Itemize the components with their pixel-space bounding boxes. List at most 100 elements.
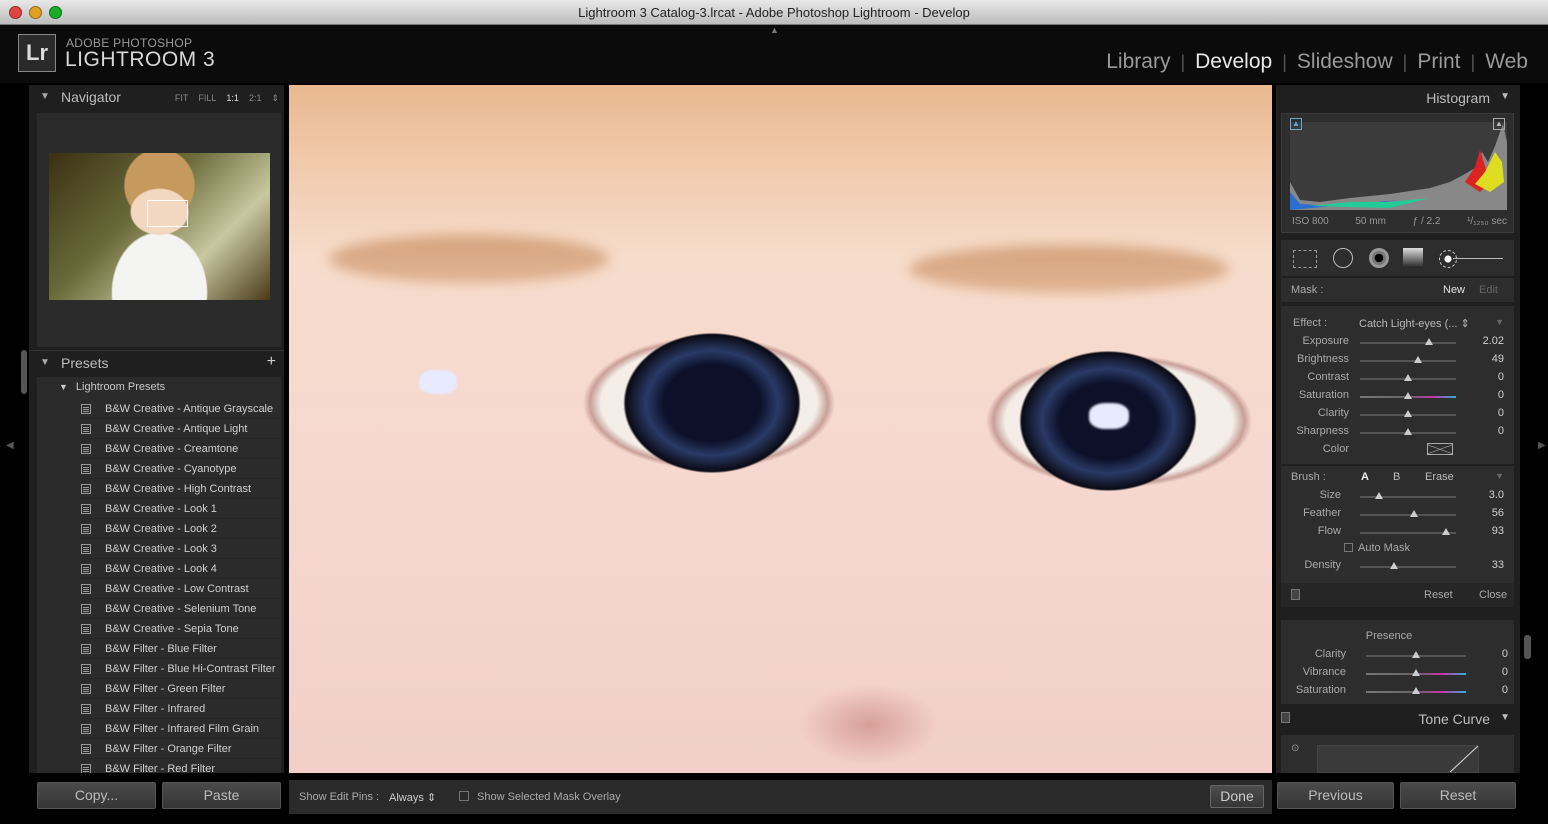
paste-button[interactable]: Paste [162, 782, 281, 809]
target-adjust-icon[interactable]: ⊙ [1291, 743, 1299, 754]
slider-thumb[interactable] [1389, 562, 1398, 569]
preset-item[interactable]: B&W Creative - Look 1 [81, 499, 281, 519]
slider-track[interactable] [1360, 356, 1456, 363]
brush-close-button[interactable]: Close [1479, 589, 1507, 601]
collapse-left-panel-icon[interactable]: ◀ [6, 440, 14, 451]
slider-value[interactable]: 93 [1474, 525, 1504, 537]
copy-button[interactable]: Copy... [37, 782, 156, 809]
slider-thumb[interactable] [1425, 338, 1434, 345]
slider-track[interactable] [1366, 669, 1466, 676]
navigator-header[interactable]: ▼ Navigator FIT FILL 1:1 2:1 ⇕ [29, 85, 284, 109]
brush-erase-tab[interactable]: Erase [1425, 471, 1454, 483]
preset-item[interactable]: B&W Creative - Selenium Tone [81, 599, 281, 619]
panel-switch-icon[interactable] [1291, 589, 1300, 600]
collapse-triangle-icon[interactable]: ▼ [1500, 712, 1510, 723]
add-preset-icon[interactable]: + [267, 353, 276, 371]
auto-mask-checkbox[interactable] [1344, 543, 1353, 552]
slider-thumb[interactable] [1375, 492, 1384, 499]
slider-thumb[interactable] [1404, 374, 1412, 381]
module-print[interactable]: Print [1407, 50, 1470, 74]
slider-track[interactable] [1360, 374, 1456, 381]
slider-thumb[interactable] [1409, 510, 1418, 517]
collapse-top-panel-icon[interactable]: ▲ [770, 25, 779, 35]
slider-track[interactable] [1360, 428, 1456, 435]
collapse-right-panel-icon[interactable]: ▶ [1538, 440, 1546, 451]
panel-switch-icon[interactable] [1281, 712, 1290, 723]
slider-track[interactable] [1360, 392, 1456, 399]
mask-edit-button[interactable]: Edit [1479, 284, 1498, 296]
slider-track[interactable] [1360, 510, 1456, 517]
histogram-title[interactable]: Histogram [1426, 90, 1490, 106]
slider-track[interactable] [1360, 528, 1456, 535]
mask-overlay-checkbox[interactable] [459, 791, 469, 801]
slider-value[interactable]: 0 [1478, 684, 1508, 696]
preset-item[interactable]: B&W Filter - Orange Filter [81, 739, 281, 759]
module-slideshow[interactable]: Slideshow [1287, 50, 1403, 74]
red-eye-icon[interactable] [1369, 248, 1389, 268]
main-photo[interactable] [289, 85, 1272, 773]
presets-header[interactable]: ▼ Presets + [29, 350, 284, 374]
zoom-dropdown-icon[interactable]: ⇕ [271, 93, 279, 104]
slider-track[interactable] [1360, 562, 1456, 569]
slider-track[interactable] [1360, 410, 1456, 417]
left-scrollbar[interactable] [21, 350, 27, 394]
adjustment-brush-icon[interactable] [1439, 250, 1457, 268]
slider-value[interactable]: 33 [1474, 559, 1504, 571]
slider-thumb[interactable] [1404, 392, 1412, 399]
slider-track[interactable] [1366, 687, 1466, 694]
shadow-clipping-icon[interactable]: ▲ [1290, 118, 1302, 130]
slider-value[interactable]: 0 [1478, 648, 1508, 660]
navigator-preview[interactable] [37, 113, 281, 347]
slider-thumb[interactable] [1412, 651, 1420, 658]
slider-track[interactable] [1360, 338, 1456, 345]
preset-item[interactable]: B&W Creative - Antique Light [81, 419, 281, 439]
preset-item[interactable]: B&W Filter - Infrared [81, 699, 281, 719]
effect-preset-select[interactable]: Catch Light-eyes (... ⇕ [1359, 317, 1470, 330]
collapse-triangle-icon[interactable]: ▼ [1500, 91, 1510, 102]
navigator-thumbnail[interactable] [49, 153, 270, 300]
zoom-fit[interactable]: FIT [175, 93, 189, 104]
zoom-2-1[interactable]: 2:1 [249, 93, 262, 104]
slider-thumb[interactable] [1404, 428, 1412, 435]
brush-a-tab[interactable]: A [1361, 471, 1369, 483]
slider-value[interactable]: 0 [1474, 371, 1504, 383]
tone-curve-title[interactable]: Tone Curve [1418, 711, 1490, 727]
preset-item[interactable]: B&W Creative - Look 3 [81, 539, 281, 559]
crop-tool-icon[interactable] [1293, 250, 1317, 268]
brush-reset-button[interactable]: Reset [1424, 589, 1453, 601]
preset-item[interactable]: B&W Filter - Blue Hi-Contrast Filter [81, 659, 281, 679]
slider-value[interactable]: 3.0 [1474, 489, 1504, 501]
slider-thumb[interactable] [1413, 356, 1422, 363]
slider-value[interactable]: 2.02 [1474, 335, 1504, 347]
collapse-triangle-icon[interactable]: ▼ [1495, 471, 1504, 481]
tone-curve-graph[interactable] [1317, 745, 1479, 773]
slider-thumb[interactable] [1412, 669, 1420, 676]
right-scrollbar[interactable] [1524, 635, 1531, 659]
module-web[interactable]: Web [1475, 50, 1528, 74]
previous-button[interactable]: Previous [1277, 782, 1394, 809]
zoom-1-1[interactable]: 1:1 [226, 93, 239, 104]
preset-item[interactable]: B&W Creative - Look 2 [81, 519, 281, 539]
slider-value[interactable]: 0 [1478, 666, 1508, 678]
show-edit-pins-select[interactable]: Always ⇕ [389, 791, 436, 804]
preset-item[interactable]: B&W Creative - Look 4 [81, 559, 281, 579]
preset-item[interactable]: B&W Creative - High Contrast [81, 479, 281, 499]
slider-thumb[interactable] [1412, 687, 1420, 694]
color-swatch[interactable] [1427, 443, 1453, 455]
slider-value[interactable]: 56 [1474, 507, 1504, 519]
histogram-graph[interactable] [1290, 122, 1507, 210]
slider-thumb[interactable] [1404, 410, 1412, 417]
highlight-clipping-icon[interactable]: ▲ [1493, 118, 1505, 130]
preset-item[interactable]: B&W Creative - Sepia Tone [81, 619, 281, 639]
done-button[interactable]: Done [1210, 785, 1264, 808]
brush-b-tab[interactable]: B [1393, 471, 1400, 483]
preset-item[interactable]: B&W Filter - Green Filter [81, 679, 281, 699]
graduated-filter-icon[interactable] [1403, 248, 1423, 268]
preset-item[interactable]: B&W Creative - Low Contrast [81, 579, 281, 599]
slider-track[interactable] [1366, 651, 1466, 658]
navigator-view-rect[interactable] [147, 200, 188, 227]
preset-item[interactable]: B&W Creative - Creamtone [81, 439, 281, 459]
zoom-fill[interactable]: FILL [198, 93, 216, 104]
collapse-triangle-icon[interactable]: ▼ [1495, 317, 1504, 327]
preset-group-lightroom[interactable]: ▼ Lightroom Presets [59, 381, 165, 393]
